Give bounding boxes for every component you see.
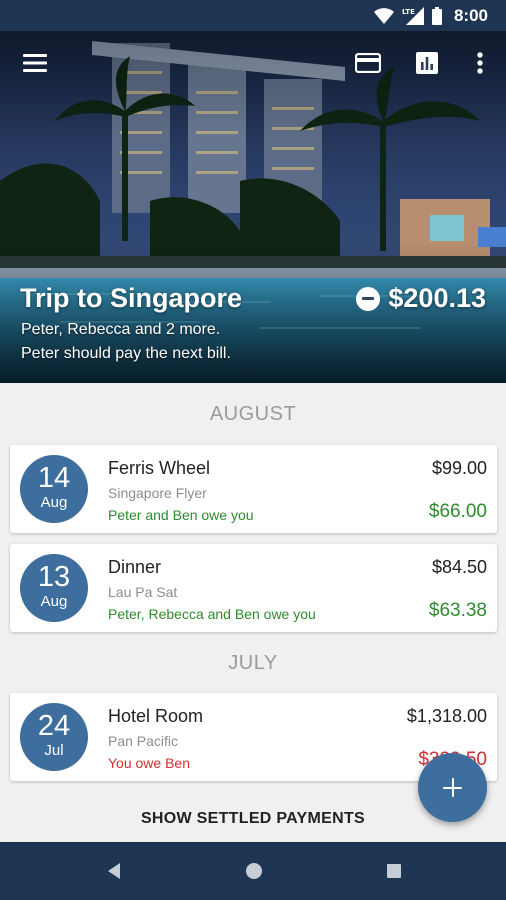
date-badge: 24 Jul xyxy=(20,703,88,771)
lte-signal-icon: LTE xyxy=(402,7,424,25)
bar-chart-icon xyxy=(416,52,438,74)
status-bar: LTE 8:00 xyxy=(0,0,506,31)
status-icons: LTE 8:00 xyxy=(373,4,488,28)
expense-owe-text: Peter, Rebecca and Ben owe you xyxy=(108,606,316,622)
menu-icon xyxy=(23,54,47,72)
trip-members: Peter, Rebecca and 2 more. xyxy=(21,321,221,338)
recents-icon xyxy=(387,864,401,878)
home-icon xyxy=(246,863,262,879)
wifi-icon xyxy=(373,8,394,24)
more-options-button[interactable] xyxy=(460,43,500,83)
trip-balance: $200.13 xyxy=(356,283,486,314)
expense-total: $99.00 xyxy=(431,458,487,478)
date-badge: 14 Aug xyxy=(20,455,88,523)
expense-owe-text: You owe Ben xyxy=(108,755,190,771)
date-day: 24 xyxy=(37,710,71,742)
balance-amount: $200.13 xyxy=(388,283,486,313)
date-month: Aug xyxy=(40,593,68,610)
expense-title: Dinner xyxy=(108,557,162,577)
date-month: Jul xyxy=(44,742,64,759)
expense-card[interactable]: 14 Aug Ferris Wheel Singapore Flyer Pete… xyxy=(10,445,497,533)
minus-circle-icon xyxy=(356,286,381,311)
nav-recents-button[interactable] xyxy=(379,856,409,886)
battery-icon xyxy=(431,7,442,25)
payment-methods-button[interactable] xyxy=(348,43,388,83)
expense-share: $66.00 xyxy=(428,501,487,522)
nav-back-button[interactable] xyxy=(99,856,129,886)
date-day: 14 xyxy=(37,462,71,494)
add-expense-button[interactable] xyxy=(418,753,487,822)
expense-place: Lau Pa Sat xyxy=(108,584,178,600)
month-header-july: JULY xyxy=(228,652,278,674)
expense-share: $63.38 xyxy=(428,600,487,621)
date-badge: 13 Aug xyxy=(20,554,88,622)
month-header-august: AUGUST xyxy=(209,403,297,425)
expense-total: $1,318.00 xyxy=(406,706,487,726)
expense-place: Singapore Flyer xyxy=(108,485,207,501)
trip-header: Trip to Singapore Peter, Rebecca and 2 m… xyxy=(0,31,506,383)
expense-card[interactable]: 13 Aug Dinner Lau Pa Sat Peter, Rebecca … xyxy=(10,544,497,632)
expense-owe-text: Peter and Ben owe you xyxy=(108,507,254,523)
statistics-button[interactable] xyxy=(407,43,447,83)
menu-button[interactable] xyxy=(15,43,55,83)
date-day: 13 xyxy=(37,561,71,593)
status-time: 8:00 xyxy=(453,6,488,25)
expense-title: Ferris Wheel xyxy=(108,458,211,478)
trip-title: Trip to Singapore xyxy=(20,283,243,313)
nav-home-button[interactable] xyxy=(239,856,269,886)
date-month: Aug xyxy=(40,494,68,511)
navigation-bar xyxy=(0,842,506,900)
expense-total: $84.50 xyxy=(431,557,487,577)
svg-text:LTE: LTE xyxy=(402,8,415,16)
back-icon xyxy=(108,863,120,879)
credit-card-icon xyxy=(355,53,381,73)
more-vert-icon xyxy=(477,52,483,74)
expense-title: Hotel Room xyxy=(108,706,204,726)
next-payer-note: Peter should pay the next bill. xyxy=(21,345,231,362)
expense-place: Pan Pacific xyxy=(108,733,179,749)
